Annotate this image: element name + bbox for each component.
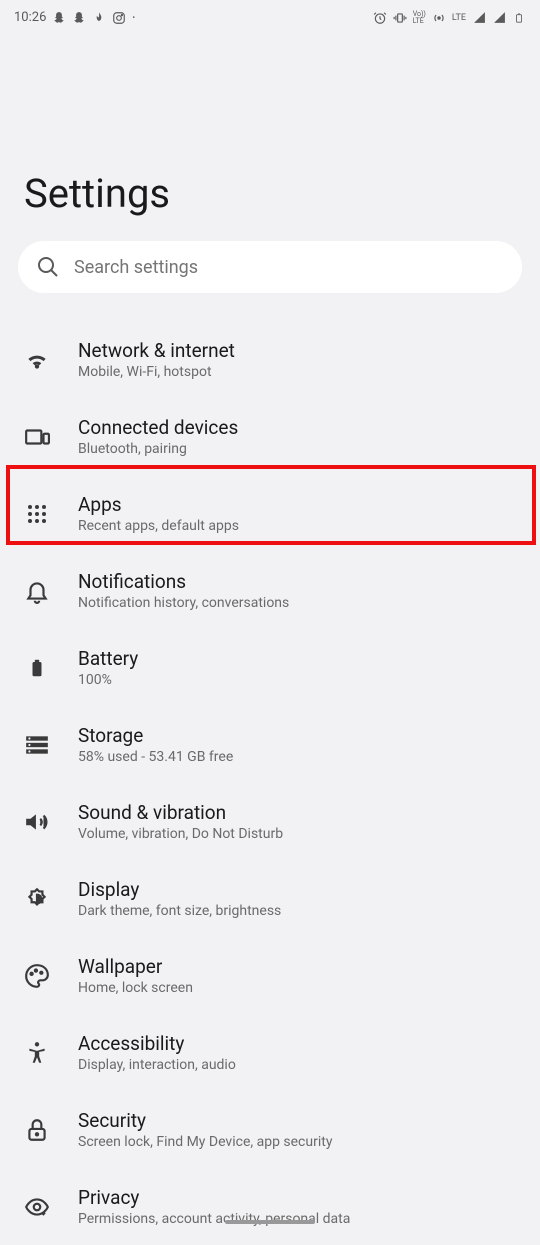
lock-icon: [24, 1117, 50, 1143]
settings-item-accessibility[interactable]: Accessibility Display, interaction, audi…: [0, 1014, 540, 1091]
snapchat-icon-2: [72, 11, 86, 25]
snapchat-icon: [52, 11, 66, 25]
item-subtitle: 100%: [78, 672, 138, 688]
item-subtitle: Permissions, account activity, personal …: [78, 1211, 350, 1227]
item-title: Network & internet: [78, 339, 235, 362]
alarm-icon: [373, 11, 387, 25]
item-text: Accessibility Display, interaction, audi…: [78, 1032, 236, 1073]
settings-list: Network & internet Mobile, Wi-Fi, hotspo…: [0, 321, 540, 1245]
item-subtitle: Display, interaction, audio: [78, 1057, 236, 1073]
storage-icon: [24, 732, 50, 758]
settings-item-network[interactable]: Network & internet Mobile, Wi-Fi, hotspo…: [0, 321, 540, 398]
item-text: Wallpaper Home, lock screen: [78, 955, 193, 996]
page-title: Settings: [0, 35, 540, 241]
status-right: Vo)) LTE LTE: [373, 11, 526, 25]
instagram-icon: [112, 11, 126, 25]
item-subtitle: Dark theme, font size, brightness: [78, 903, 281, 919]
navigation-handle[interactable]: [225, 1220, 315, 1224]
item-text: Sound & vibration Volume, vibration, Do …: [78, 801, 283, 842]
apps-grid-icon: [24, 501, 50, 527]
signal-icon: [472, 11, 486, 25]
search-input[interactable]: [74, 257, 504, 278]
item-subtitle: Volume, vibration, Do Not Disturb: [78, 826, 283, 842]
item-title: Connected devices: [78, 416, 238, 439]
flame-icon: [92, 11, 106, 25]
item-title: Wallpaper: [78, 955, 193, 978]
status-left: 10:26 •: [14, 10, 135, 25]
settings-item-display[interactable]: Display Dark theme, font size, brightnes…: [0, 860, 540, 937]
accessibility-icon: [24, 1040, 50, 1066]
item-text: Notifications Notification history, conv…: [78, 570, 289, 611]
battery-full-icon: [24, 655, 50, 681]
palette-icon: [24, 963, 50, 989]
search-box[interactable]: [18, 241, 522, 293]
settings-item-sound[interactable]: Sound & vibration Volume, vibration, Do …: [0, 783, 540, 860]
wifi-icon: [24, 347, 50, 373]
item-text: Storage 58% used - 53.41 GB free: [78, 724, 233, 765]
item-title: Notifications: [78, 570, 289, 593]
item-title: Privacy: [78, 1186, 350, 1209]
item-title: Apps: [78, 493, 239, 516]
vibrate-icon: [393, 11, 407, 25]
dot-icon: •: [132, 13, 135, 22]
settings-item-battery[interactable]: Battery 100%: [0, 629, 540, 706]
settings-item-notifications[interactable]: Notifications Notification history, conv…: [0, 552, 540, 629]
item-title: Sound & vibration: [78, 801, 283, 824]
item-text: Connected devices Bluetooth, pairing: [78, 416, 238, 457]
hotspot-icon: [432, 11, 446, 25]
sound-icon: [24, 809, 50, 835]
settings-item-privacy[interactable]: Privacy Permissions, account activity, p…: [0, 1168, 540, 1245]
signal-icon-2: [492, 11, 506, 25]
item-text: Network & internet Mobile, Wi-Fi, hotspo…: [78, 339, 235, 380]
status-time: 10:26: [14, 10, 46, 25]
item-subtitle: 58% used - 53.41 GB free: [78, 749, 233, 765]
search-container[interactable]: [18, 241, 522, 293]
item-subtitle: Bluetooth, pairing: [78, 441, 238, 457]
search-icon: [36, 255, 60, 279]
item-subtitle: Screen lock, Find My Device, app securit…: [78, 1134, 332, 1150]
bell-icon: [24, 578, 50, 604]
item-text: Security Screen lock, Find My Device, ap…: [78, 1109, 332, 1150]
devices-icon: [24, 424, 50, 450]
item-text: Battery 100%: [78, 647, 138, 688]
settings-item-storage[interactable]: Storage 58% used - 53.41 GB free: [0, 706, 540, 783]
item-title: Display: [78, 878, 281, 901]
settings-item-connected-devices[interactable]: Connected devices Bluetooth, pairing: [0, 398, 540, 475]
item-subtitle: Recent apps, default apps: [78, 518, 239, 534]
settings-item-apps[interactable]: Apps Recent apps, default apps: [0, 475, 540, 552]
item-title: Storage: [78, 724, 233, 747]
settings-item-security[interactable]: Security Screen lock, Find My Device, ap…: [0, 1091, 540, 1168]
item-title: Security: [78, 1109, 332, 1132]
item-subtitle: Home, lock screen: [78, 980, 193, 996]
volte-icon: Vo)) LTE: [413, 11, 426, 25]
privacy-eye-icon: [24, 1194, 50, 1220]
item-title: Battery: [78, 647, 138, 670]
settings-item-wallpaper[interactable]: Wallpaper Home, lock screen: [0, 937, 540, 1014]
item-text: Apps Recent apps, default apps: [78, 493, 239, 534]
item-subtitle: Mobile, Wi-Fi, hotspot: [78, 364, 235, 380]
status-bar: 10:26 • Vo)) LTE LTE: [0, 0, 540, 35]
lte-label: LTE: [452, 13, 466, 23]
item-subtitle: Notification history, conversations: [78, 595, 289, 611]
brightness-icon: [24, 886, 50, 912]
battery-icon: [512, 11, 526, 25]
item-text: Display Dark theme, font size, brightnes…: [78, 878, 281, 919]
item-title: Accessibility: [78, 1032, 236, 1055]
